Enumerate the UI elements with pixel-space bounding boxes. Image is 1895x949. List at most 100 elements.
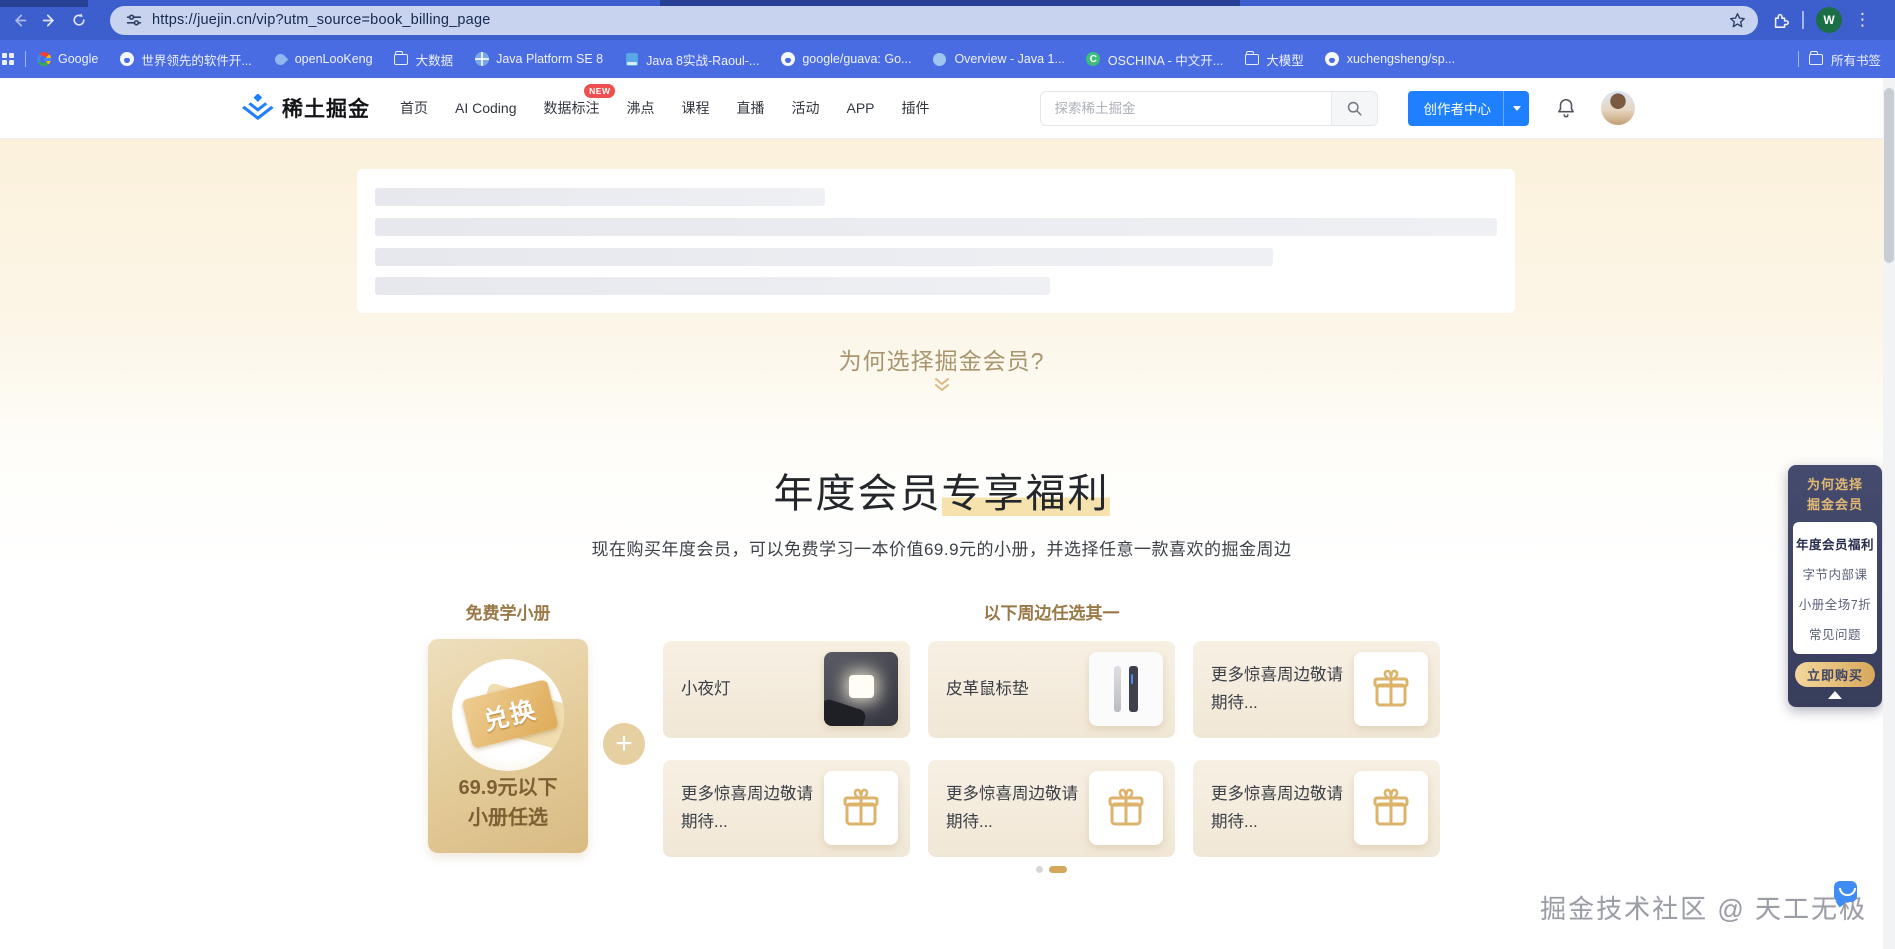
highlighted-title-part: 专享福利 [942, 472, 1110, 516]
creator-center-dropdown[interactable] [1503, 91, 1529, 126]
tab-strip-shadow [0, 0, 88, 7]
side-nav-item-benefits[interactable]: 年度会员福利 [1793, 528, 1877, 558]
back-arrow-icon [11, 12, 28, 29]
browser-menu-icon[interactable]: ⋮ [1854, 10, 1871, 30]
bookmark-java-platform[interactable]: Java Platform SE 8 [474, 52, 603, 67]
url-bar[interactable]: https://juejin.cn/vip?utm_source=book_bi… [110, 6, 1758, 35]
peripheral-card-more[interactable]: 更多惊喜周边敬请期待... [928, 760, 1175, 857]
bookmarks-divider [1798, 51, 1799, 67]
benefits-subtitle: 现在购买年度会员，可以免费学习一本价值69.9元的小册，并选择任意一款喜欢的掘金… [0, 535, 1883, 560]
coupon-circle: 兑换 [452, 659, 564, 771]
extensions-icon[interactable] [1772, 11, 1790, 29]
double-chevron-down-icon [0, 377, 1883, 398]
leather-mousepad-photo [1089, 652, 1163, 726]
browser-profile-avatar[interactable]: W [1816, 7, 1842, 33]
night-lamp-photo [824, 652, 898, 726]
bookmark-java-overview[interactable]: Overview - Java 1... [932, 52, 1064, 67]
nav-ai-coding[interactable]: AI Coding [455, 100, 516, 116]
search-button[interactable] [1331, 92, 1377, 125]
floating-side-nav: 为何选择 掘金会员 年度会员福利 字节内部课 小册全场7折 常见问题 立即购买 [1788, 465, 1882, 707]
forward-button[interactable] [34, 5, 64, 35]
skeleton-bar [375, 218, 1497, 236]
nav-courses[interactable]: 课程 [681, 98, 709, 118]
juejin-logo[interactable]: 稀土掘金 [240, 93, 370, 123]
github-favicon [781, 52, 795, 66]
all-bookmarks-button[interactable]: 所有书签 [1809, 50, 1881, 69]
bookmark-llm-folder[interactable]: 大模型 [1244, 50, 1304, 69]
folder-icon [1245, 54, 1259, 65]
bookmark-star-icon[interactable] [1729, 12, 1746, 29]
nav-activities[interactable]: 活动 [791, 98, 819, 118]
github-favicon [120, 52, 134, 66]
globe-favicon [475, 52, 489, 66]
search-icon [1346, 100, 1363, 117]
peripheral-card-more[interactable]: 更多惊喜周边敬请期待... [1193, 760, 1440, 857]
side-nav-item-faq[interactable]: 常见问题 [1793, 618, 1877, 648]
nav-live[interactable]: 直播 [736, 98, 764, 118]
bookmark-bigdata-folder[interactable]: 大数据 [394, 50, 454, 69]
nav-data-annotation[interactable]: 数据标注NEW [543, 98, 599, 118]
benefits-title: 年度会员专享福利 [0, 461, 1883, 519]
github-favicon [1325, 52, 1339, 66]
apps-grid-icon[interactable] [0, 52, 15, 67]
gift-icon [1354, 771, 1428, 845]
folder-icon [1809, 54, 1823, 65]
bookmark-oschina[interactable]: COSCHINA - 中文开... [1086, 50, 1223, 69]
peripherals-label: 以下周边任选其一 [663, 599, 1440, 624]
chevron-down-icon [1513, 106, 1521, 111]
peripheral-card-more[interactable]: 更多惊喜周边敬请期待... [1193, 641, 1440, 738]
bookmark-guava[interactable]: google/guava: Go... [780, 52, 911, 67]
bookmark-java8-book[interactable]: Java 8实战-Raoul-... [624, 50, 759, 69]
booklet-price-line: 69.9元以下 [428, 771, 588, 800]
peripheral-card-night-lamp[interactable]: 小夜灯 [663, 641, 910, 738]
creator-center-label: 创作者中心 [1408, 98, 1504, 118]
side-nav-panel: 年度会员福利 字节内部课 小册全场7折 常见问题 [1793, 522, 1877, 654]
creator-center-button[interactable]: 创作者中心 [1408, 91, 1530, 126]
why-choose-title: 为何选择掘金会员? [0, 342, 1883, 376]
skeleton-bar [375, 277, 1050, 295]
peripheral-card-mousepad[interactable]: 皮革鼠标垫 [928, 641, 1175, 738]
url-text[interactable]: https://juejin.cn/vip?utm_source=book_bi… [152, 12, 490, 28]
peripheral-card-more[interactable]: 更多惊喜周边敬请期待... [663, 760, 910, 857]
scrollbar-track[interactable] [1883, 78, 1895, 949]
reload-button[interactable] [64, 5, 94, 35]
search-input[interactable] [1041, 101, 1331, 116]
side-nav-item-booklet-discount[interactable]: 小册全场7折 [1793, 588, 1877, 618]
watermark: 掘金技术社区 @ 天工无极 [1540, 889, 1867, 926]
carousel-pagination [663, 866, 1440, 873]
carousel-dot[interactable] [1036, 866, 1043, 873]
scrollbar-thumb[interactable] [1884, 88, 1894, 263]
side-nav-item-bytedance-courses[interactable]: 字节内部课 [1793, 558, 1877, 588]
buy-now-button[interactable]: 立即购买 [1795, 662, 1875, 687]
search-box [1040, 91, 1378, 126]
droplet-favicon [272, 51, 288, 67]
back-button[interactable] [4, 5, 34, 35]
site-info-icon[interactable] [126, 12, 142, 28]
nav-home[interactable]: 首页 [400, 98, 428, 118]
nav-app[interactable]: APP [846, 100, 874, 116]
forward-arrow-icon [41, 12, 58, 29]
carousel-dot-active[interactable] [1049, 866, 1067, 873]
browser-toolbar: https://juejin.cn/vip?utm_source=book_bi… [0, 0, 1895, 40]
book-favicon [626, 53, 638, 66]
reload-icon [71, 12, 87, 28]
feedback-chat-icon[interactable] [1834, 881, 1857, 902]
booklet-coupon-card[interactable]: 兑换 69.9元以下 小册任选 [428, 639, 588, 853]
free-booklet-label: 免费学小册 [428, 599, 588, 624]
bookmark-github-software[interactable]: 世界领先的软件开... [119, 50, 251, 69]
bookmark-openlookeng[interactable]: openLooKeng [273, 52, 373, 67]
gift-icon [824, 771, 898, 845]
nav-plugins[interactable]: 插件 [902, 98, 930, 118]
notifications-bell-icon[interactable] [1555, 97, 1577, 119]
nav-pins[interactable]: 沸点 [626, 98, 654, 118]
bookmarks-divider [25, 51, 26, 67]
side-nav-title: 为何选择 掘金会员 [1793, 475, 1877, 514]
bookmark-google[interactable]: Google [36, 52, 98, 67]
bookmarks-bar: Google 世界领先的软件开... openLooKeng 大数据 Java … [0, 40, 1895, 78]
gift-icon [1089, 771, 1163, 845]
google-favicon [37, 52, 51, 66]
scroll-to-top-icon[interactable] [1828, 691, 1842, 699]
vip-page-content: 为何选择掘金会员? 年度会员专享福利 现在购买年度会员，可以免费学习一本价值69… [0, 139, 1895, 949]
user-avatar[interactable] [1601, 91, 1635, 125]
bookmark-xuchengsheng[interactable]: xuchengsheng/sp... [1325, 52, 1455, 67]
